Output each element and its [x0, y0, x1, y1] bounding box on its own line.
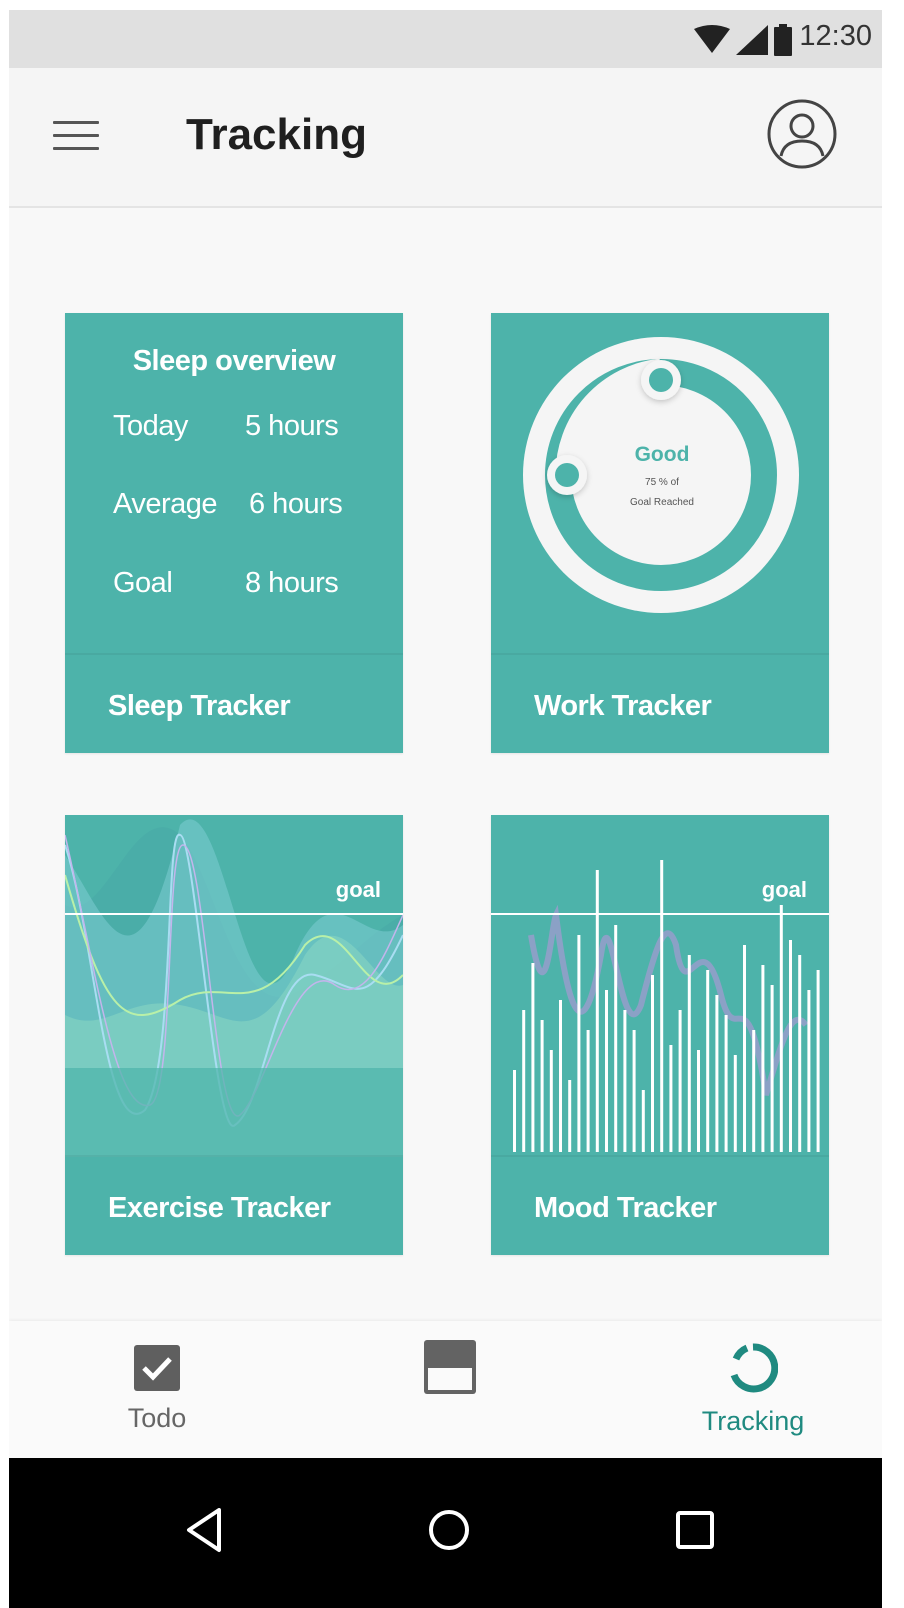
mood-bar — [816, 970, 820, 1152]
mood-goal-label: goal — [761, 877, 807, 902]
nav-item-tracking[interactable]: Tracking — [653, 1321, 853, 1458]
mood-bar — [651, 975, 654, 1152]
status-icons — [694, 24, 792, 56]
mood-bar — [568, 1080, 572, 1152]
recents-icon[interactable] — [665, 1500, 725, 1560]
card-footer: Work Tracker — [491, 653, 829, 753]
mood-bar — [586, 1030, 590, 1152]
sleep-row-value: 8 hours — [245, 567, 339, 599]
mood-bar — [678, 1010, 682, 1152]
menu-icon[interactable] — [53, 121, 99, 155]
mood-bar — [798, 955, 802, 1152]
mood-bar — [531, 963, 535, 1152]
mood-bar — [770, 985, 774, 1152]
checkbox-icon — [134, 1345, 180, 1391]
nav-item-calendar[interactable] — [350, 1321, 550, 1458]
nav-item-todo[interactable]: Todo — [57, 1321, 257, 1458]
mood-bar — [669, 1045, 673, 1152]
status-bar: 12:30 — [9, 10, 882, 68]
page-title: Tracking — [186, 110, 367, 159]
exercise-tracker-card[interactable]: goal Exercise Tracker — [65, 815, 403, 1255]
mood-bar — [687, 955, 691, 1152]
mood-bar — [614, 925, 618, 1152]
sleep-row-label: Today — [113, 410, 188, 442]
card-footer: Mood Tracker — [491, 1155, 829, 1255]
exercise-wave-chart — [65, 819, 403, 1157]
mood-bar — [623, 1010, 627, 1152]
system-navigation-bar — [9, 1458, 882, 1608]
sleep-row-value: 5 hours — [245, 410, 339, 442]
signal-icon — [736, 25, 768, 55]
mood-bar — [660, 860, 664, 1152]
work-status: Good — [635, 443, 690, 466]
mood-bar — [789, 940, 792, 1152]
card-footer: Exercise Tracker — [65, 1155, 403, 1255]
sleep-tracker-card[interactable]: Sleep overview Today 5 hours Average 6 h… — [65, 313, 403, 753]
exercise-goal-label: goal — [335, 877, 381, 902]
work-tracker-label: Work Tracker — [534, 690, 712, 722]
mood-bar — [706, 970, 710, 1152]
mood-bar — [522, 1010, 526, 1152]
mood-bar — [632, 1030, 636, 1152]
tracking-ring-icon — [730, 1343, 778, 1393]
work-progress-line1: 75 % of — [645, 477, 679, 488]
mood-bar — [540, 1020, 544, 1152]
nav-label-todo: Todo — [127, 1403, 187, 1433]
mood-tracker-card[interactable]: goal Mood Tracker — [491, 815, 829, 1255]
sleep-row-value: 6 hours — [249, 488, 343, 520]
mood-bar-chart — [491, 860, 829, 1152]
exercise-tracker-label: Exercise Tracker — [108, 1192, 331, 1224]
sleep-tracker-label: Sleep Tracker — [108, 690, 291, 722]
mood-bar — [752, 1030, 756, 1152]
mood-bar — [697, 1050, 700, 1152]
mood-bar — [595, 870, 599, 1152]
mood-bar — [715, 995, 719, 1152]
mood-bar — [807, 990, 811, 1152]
mood-tracker-label: Mood Tracker — [534, 1192, 717, 1224]
mood-bar — [549, 1050, 553, 1152]
app-frame: 12:30 Tracking Sleep overview Today 5 ho… — [9, 10, 882, 1608]
mood-bar — [513, 1070, 516, 1152]
account-circle-icon[interactable] — [766, 98, 838, 170]
status-time: 12:30 — [799, 20, 872, 52]
card-footer: Sleep Tracker — [65, 653, 403, 753]
mood-bar — [743, 945, 746, 1152]
mood-bar — [724, 1015, 728, 1152]
work-progress-ring: Good 75 % of Goal Reached — [523, 337, 799, 613]
mood-bar — [733, 1055, 737, 1152]
sleep-row-label: Average — [113, 488, 218, 520]
work-progress-line2: Goal Reached — [630, 497, 694, 508]
mood-bar — [577, 935, 581, 1152]
bottom-navigation: Todo Tracking — [9, 1321, 882, 1458]
battery-icon — [774, 24, 792, 56]
mood-bar — [761, 965, 765, 1152]
nav-label-tracking: Tracking — [701, 1406, 805, 1436]
app-bar: Tracking — [9, 68, 882, 208]
sleep-overview-title: Sleep overview — [132, 345, 336, 377]
sleep-row-label: Goal — [113, 567, 173, 599]
mood-bar — [605, 990, 608, 1152]
mood-bar — [641, 1090, 645, 1152]
mood-bar — [559, 1000, 562, 1152]
back-icon[interactable] — [175, 1500, 235, 1560]
home-icon[interactable] — [419, 1500, 479, 1560]
calendar-icon — [424, 1340, 476, 1394]
mood-bar — [779, 905, 783, 1152]
work-tracker-card[interactable]: Good 75 % of Goal Reached Work Tracker — [491, 313, 829, 753]
wifi-icon — [694, 25, 730, 53]
